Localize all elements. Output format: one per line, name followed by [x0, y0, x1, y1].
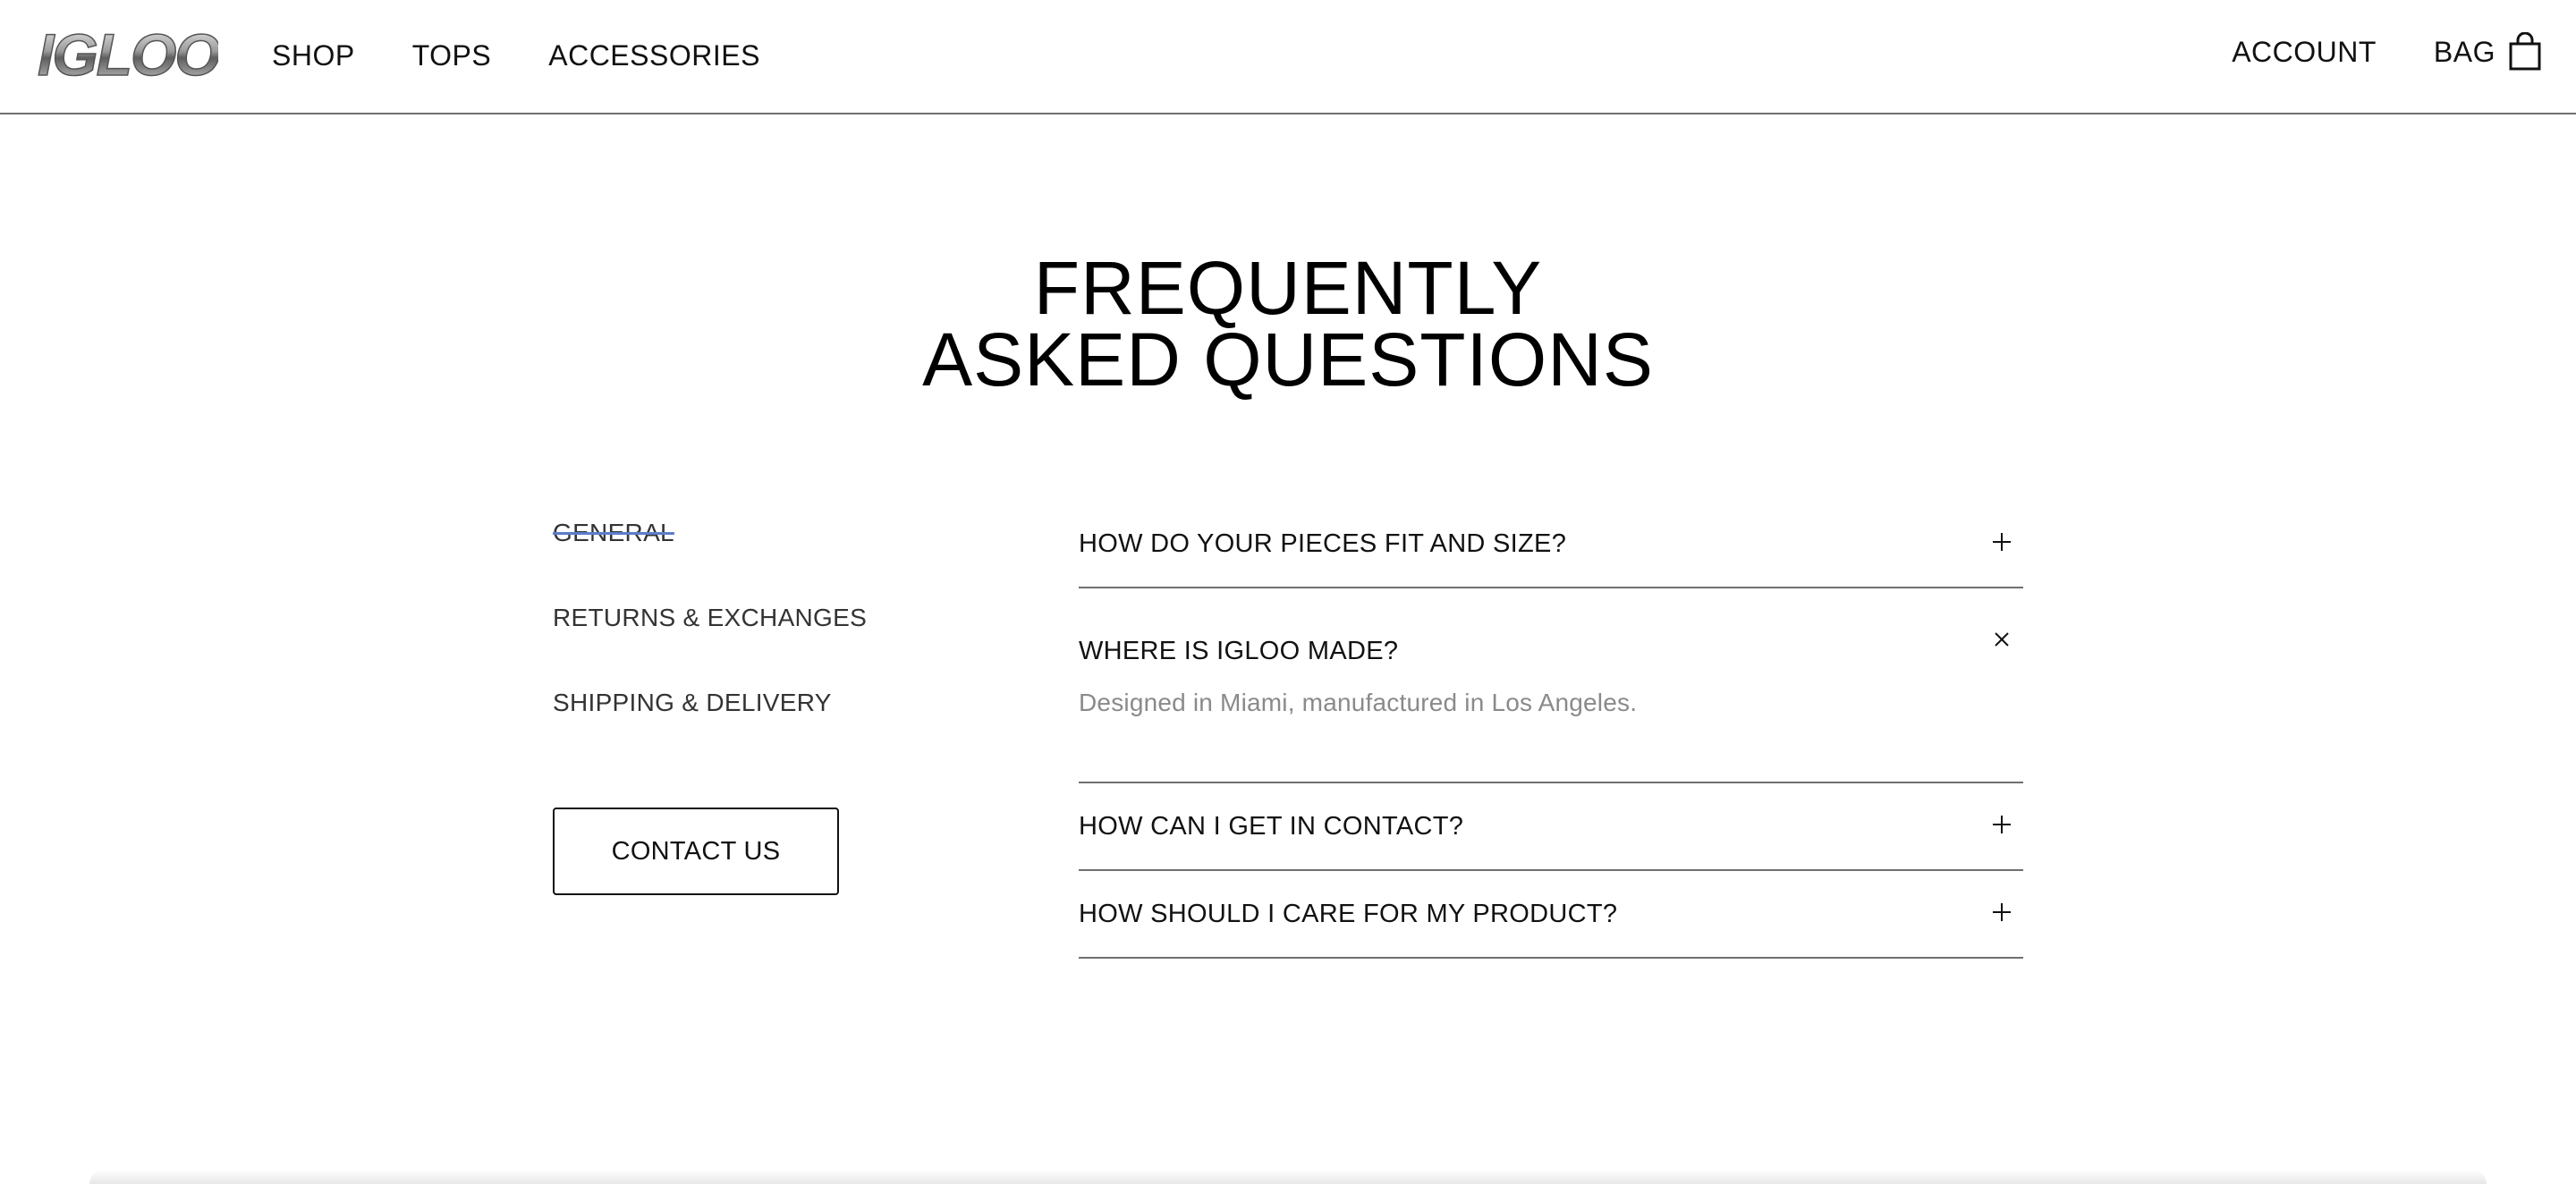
faq-question-text: HOW SHOULD I CARE FOR MY PRODUCT? [1079, 899, 1618, 928]
page-title: FREQUENTLY ASKED QUESTIONS [0, 246, 2576, 402]
faq-question-text: HOW DO YOUR PIECES FIT AND SIZE? [1079, 529, 1567, 558]
faq-accordion: HOW DO YOUR PIECES FIT AND SIZE? WHERE I… [1079, 501, 2023, 959]
category-general[interactable]: GENERAL [553, 515, 928, 551]
utility-nav: ACCOUNT BAG [2232, 32, 2542, 72]
nav-accessories[interactable]: ACCESSORIES [548, 36, 760, 75]
faq-question-toggle[interactable]: WHERE IS IGLOO MADE? [1079, 588, 2023, 694]
plus-icon[interactable] [1991, 901, 2012, 923]
faq-question-text: HOW CAN I GET IN CONTACT? [1079, 811, 1464, 841]
faq-category-nav: GENERAL RETURNS & EXCHANGES SHIPPING & D… [553, 515, 928, 770]
brand-logo[interactable]: IGLOO [34, 21, 218, 88]
footer-edge [89, 1170, 2487, 1184]
faq-item: HOW CAN I GET IN CONTACT? [1079, 783, 2023, 871]
faq-question-toggle[interactable]: HOW DO YOUR PIECES FIT AND SIZE? [1079, 501, 2023, 587]
faq-question-toggle[interactable]: HOW CAN I GET IN CONTACT? [1079, 783, 2023, 869]
faq-question-text: WHERE IS IGLOO MADE? [1079, 636, 1399, 665]
nav-shop[interactable]: SHOP [272, 36, 355, 75]
plus-icon[interactable] [1991, 814, 2012, 835]
faq-answer-text: Designed in Miami, manufactured in Los A… [1079, 689, 1638, 716]
page-title-line1: FREQUENTLY [1033, 246, 1543, 330]
site-header: IGLOO SHOP TOPS ACCESSORIES ACCOUNT BAG [0, 0, 2576, 114]
account-link[interactable]: ACCOUNT [2232, 32, 2377, 72]
page-title-line2: ASKED QUESTIONS [922, 317, 1654, 402]
category-shipping-delivery[interactable]: SHIPPING & DELIVERY [553, 685, 928, 721]
plus-icon[interactable] [1991, 531, 2012, 553]
faq-item: HOW SHOULD I CARE FOR MY PRODUCT? [1079, 871, 2023, 959]
primary-nav: SHOP TOPS ACCESSORIES [272, 36, 760, 75]
contact-us-button[interactable]: CONTACT US [553, 808, 839, 895]
shopping-bag-icon [2509, 32, 2541, 71]
bag-label: BAG [2433, 36, 2496, 68]
close-icon[interactable] [1991, 629, 2012, 650]
category-returns-exchanges[interactable]: RETURNS & EXCHANGES [553, 600, 928, 636]
faq-question-toggle[interactable]: HOW SHOULD I CARE FOR MY PRODUCT? [1079, 871, 2023, 957]
svg-text:IGLOO: IGLOO [38, 21, 218, 88]
nav-tops[interactable]: TOPS [412, 36, 492, 75]
faq-item-expanded: WHERE IS IGLOO MADE? Designed in Miami, … [1079, 588, 2023, 783]
bag-link[interactable]: BAG [2434, 32, 2542, 72]
faq-item: HOW DO YOUR PIECES FIT AND SIZE? [1079, 501, 2023, 588]
